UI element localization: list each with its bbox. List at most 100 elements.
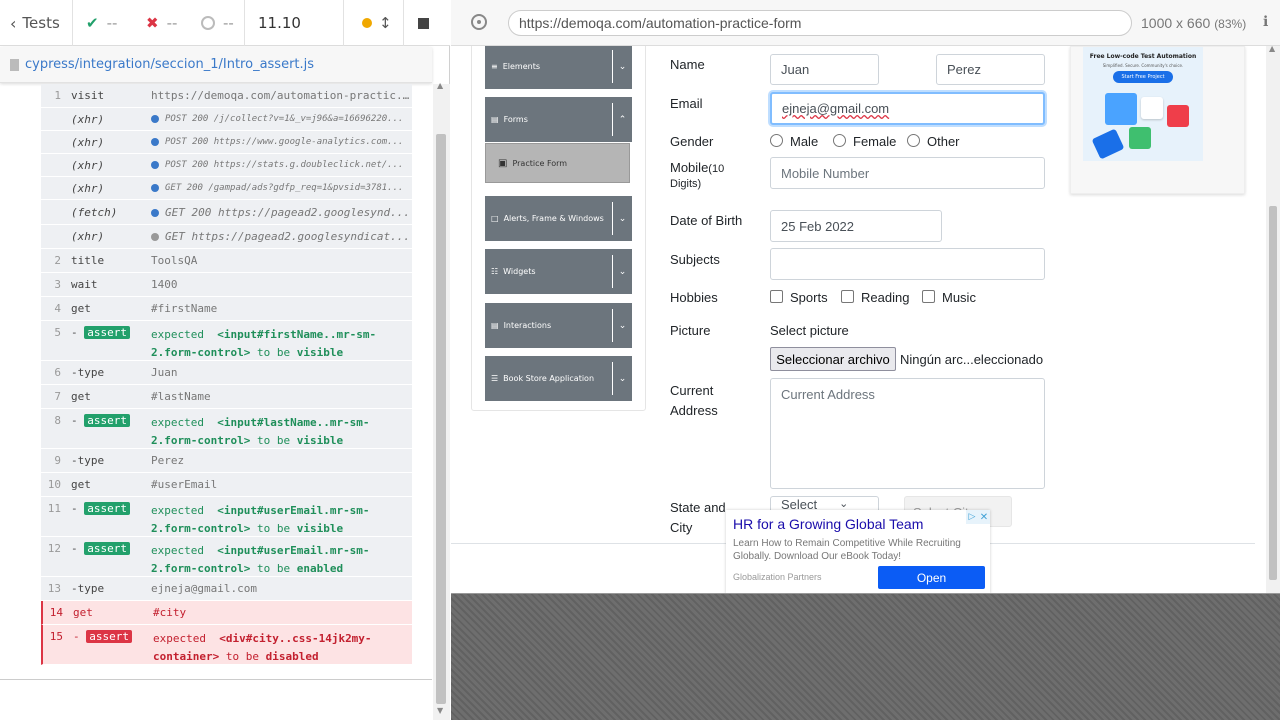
assert-row[interactable]: 5 - assert expected <input#firstName..mr… <box>41 321 412 361</box>
url-input[interactable]: https://demoqa.com/automation-practice-f… <box>508 10 1132 36</box>
page-scrollbar[interactable]: ▲ <box>1266 46 1280 593</box>
hobby-reading-label[interactable]: Reading <box>861 290 909 305</box>
assert-row[interactable]: 12 - assert expected <input#userEmail.mr… <box>41 537 412 577</box>
current-address-textarea[interactable]: Current Address <box>770 378 1045 489</box>
spec-path[interactable]: cypress/integration/seccion_1/Intro_asse… <box>25 57 314 72</box>
ad-logo-icon <box>1091 128 1125 160</box>
auto-scroll-toggle[interactable]: ↕ <box>362 0 392 46</box>
ad-choices-icon[interactable]: ▷ <box>966 510 978 524</box>
command-row-failed[interactable]: 14 get #city <box>41 601 412 625</box>
scroll-down-icon[interactable]: ▼ <box>437 706 443 715</box>
duration: 11.10 <box>258 14 301 32</box>
mobile-input[interactable]: Mobile Number <box>770 157 1045 189</box>
circle-icon <box>201 16 215 30</box>
close-icon[interactable]: ✕ <box>978 510 990 524</box>
ad-banner[interactable]: Free Low-code Test Automation Simplified… <box>1070 46 1245 194</box>
command-row[interactable]: (xhr) GET https://pagead2.googlesyndicat… <box>41 225 412 249</box>
email-input[interactable]: ejneja@gmail.com <box>770 92 1045 125</box>
ad-open-button[interactable]: Open <box>878 566 985 589</box>
hobby-music-checkbox[interactable] <box>922 290 935 303</box>
hobby-sports-label[interactable]: Sports <box>790 290 828 305</box>
check-icon: ✔ <box>86 14 99 32</box>
chevron-left-icon: ‹ <box>10 13 17 33</box>
scroll-up-icon[interactable]: ▲ <box>1269 46 1275 53</box>
app-under-test: ≡ Elements ⌄ ▤ Forms ⌃ ▣ Practice Form □ Ale… <box>451 46 1280 594</box>
ad-logo-icon <box>1105 93 1137 125</box>
file-upload-button[interactable]: Seleccionar archivo <box>770 347 896 371</box>
stop-button[interactable] <box>418 0 429 46</box>
square-icon: ▤ <box>491 321 499 330</box>
hobby-sports-checkbox[interactable] <box>770 290 783 303</box>
gender-female-radio[interactable] <box>833 134 846 147</box>
command-row[interactable]: (fetch) GET 200 https://pagead2.googlesy… <box>41 200 412 225</box>
command-row[interactable]: 4 get #firstName <box>41 297 412 321</box>
menu-group-forms[interactable]: ▤ Forms ⌃ <box>485 97 632 142</box>
menu-group-widgets[interactable]: ☷ Widgets ⌄ <box>485 249 632 294</box>
assert-row[interactable]: 8 - assert expected <input#lastName..mr-… <box>41 409 412 449</box>
last-name-input[interactable]: Perez <box>936 54 1045 85</box>
gender-other-radio[interactable] <box>907 134 920 147</box>
command-row[interactable]: 10 get #userEmail <box>41 473 412 497</box>
gender-other-label[interactable]: Other <box>927 134 960 149</box>
gender-male-label[interactable]: Male <box>790 134 818 149</box>
browser-url-bar: https://demoqa.com/automation-practice-f… <box>451 0 1280 46</box>
file-status: Ningún arc...eleccionado <box>900 352 1044 367</box>
selector-playground-icon[interactable] <box>471 14 487 30</box>
first-name-input[interactable]: Juan <box>770 54 879 85</box>
html5-icon: ▣ <box>498 157 508 169</box>
hobbies-label: Hobbies <box>670 290 718 305</box>
spec-file-bar[interactable]: cypress/integration/seccion_1/Intro_asse… <box>0 47 432 83</box>
stop-icon <box>418 17 429 29</box>
book-icon: ☰ <box>491 374 499 383</box>
menu-group-alerts[interactable]: □ Alerts, Frame & Windows ⌄ <box>485 196 632 241</box>
email-label: Email <box>670 96 703 111</box>
menu-group-elements[interactable]: ≡ Elements ⌄ <box>485 46 632 89</box>
command-row[interactable]: 2 title ToolsQA <box>41 249 412 273</box>
hobby-reading-checkbox[interactable] <box>841 290 854 303</box>
menu-group-bookstore[interactable]: ☰ Book Store Application ⌄ <box>485 356 632 401</box>
command-row[interactable]: 9 -type Perez <box>41 449 412 473</box>
hobby-music-label[interactable]: Music <box>942 290 976 305</box>
command-row[interactable]: (xhr) GET 200 /gampad/ads?gdfp_req=1&pvs… <box>41 177 412 200</box>
tests-label: Tests <box>22 14 60 32</box>
chevron-down-icon: ⌄ <box>612 255 632 288</box>
scrollbar-thumb[interactable] <box>1269 206 1277 580</box>
menu-group-interactions[interactable]: ▤ Interactions ⌄ <box>485 303 632 348</box>
x-icon: ✖ <box>146 14 159 32</box>
date-of-birth-input[interactable]: 25 Feb 2022 <box>770 210 942 242</box>
command-row[interactable]: 1 visit https://demoqa.com/automation-pr… <box>41 84 412 108</box>
command-row[interactable]: 7 get #lastName <box>41 385 412 409</box>
state-city-label: State and City <box>670 500 726 535</box>
pending-count: -- <box>201 0 234 46</box>
subjects-input[interactable] <box>770 248 1045 280</box>
chevron-down-icon: ⌄ <box>612 309 632 342</box>
request-dot-icon <box>151 160 159 169</box>
command-row[interactable]: (xhr) POST 200 https://stats.g.doublecli… <box>41 154 412 177</box>
gender-label: Gender <box>670 134 714 149</box>
scroll-up-icon[interactable]: ▲ <box>437 81 443 90</box>
ad-logo-icon <box>1167 105 1189 127</box>
scrollbar-thumb[interactable] <box>436 134 446 704</box>
command-row[interactable]: 13 -type ejneja@gmail.com <box>41 577 412 601</box>
gender-female-label[interactable]: Female <box>853 134 896 149</box>
assert-row-failed[interactable]: 15 - assert expected <div#city..css-14jk… <box>41 625 412 665</box>
ad-logo-icon <box>1141 97 1163 119</box>
command-row[interactable]: 3 wait 1400 <box>41 273 412 297</box>
command-log-scrollbar[interactable]: ▲ ▼ <box>433 81 450 720</box>
command-row[interactable]: 6 -type Juan <box>41 361 412 385</box>
command-row[interactable]: (xhr) POST 200 /j/collect?v=1&_v=j96&a=1… <box>41 108 412 131</box>
ad-choices[interactable]: ▷ ✕ <box>966 510 990 524</box>
command-row[interactable]: (xhr) POST 200 https://www.google-analyt… <box>41 131 412 154</box>
assert-badge: assert <box>84 414 130 427</box>
popup-ad[interactable]: HR for a Growing Global Team ▷ ✕ Learn H… <box>726 510 990 593</box>
status-dot-icon <box>362 18 372 28</box>
assert-badge: assert <box>86 630 132 643</box>
menu-item-practice-form[interactable]: ▣ Practice Form <box>485 143 630 183</box>
picture-label: Picture <box>670 323 711 338</box>
info-icon[interactable]: ℹ <box>1263 14 1268 30</box>
mobile-label: Mobile(10 Digits) <box>670 160 725 190</box>
gender-male-radio[interactable] <box>770 134 783 147</box>
assert-row[interactable]: 11 - assert expected <input#userEmail.mr… <box>41 497 412 537</box>
failed-count: ✖ -- <box>146 14 178 32</box>
tests-back-button[interactable]: ‹ Tests <box>10 0 60 46</box>
